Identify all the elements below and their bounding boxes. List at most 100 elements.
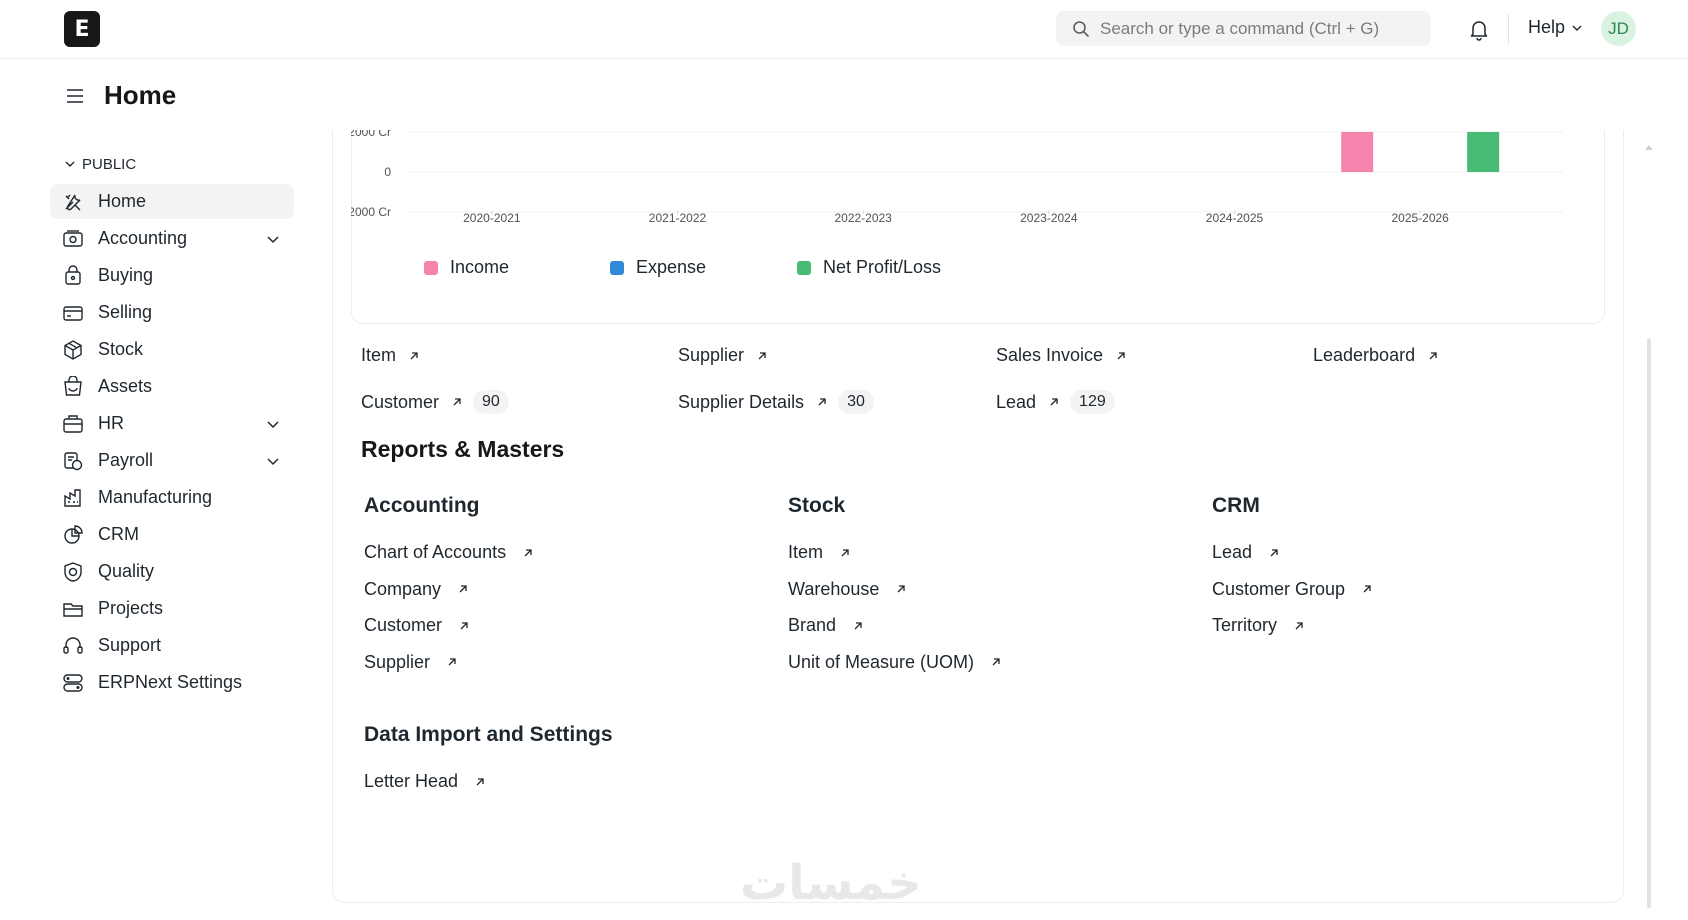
- watermark: خمسات: [740, 855, 922, 911]
- sidebar-item-selling[interactable]: Selling: [50, 295, 294, 330]
- sidebar-item-crm[interactable]: CRM: [50, 517, 294, 552]
- y-tick-label: 2000 Cr: [351, 130, 391, 139]
- shortcut-label: Customer: [361, 391, 440, 412]
- projects-icon: [62, 598, 84, 620]
- sidebar-section-public[interactable]: PUBLIC: [50, 150, 294, 178]
- shortcut-count-badge: 30: [838, 390, 874, 414]
- shortcut-item[interactable]: Item: [361, 345, 420, 366]
- card-link-chart-of-accounts[interactable]: Chart of Accounts: [364, 542, 534, 563]
- shortcut-customer[interactable]: Customer 90: [361, 390, 509, 414]
- navbar: E Help JD: [0, 0, 1688, 59]
- arrow-up-right-icon: [410, 351, 418, 359]
- sidebar-item-buying[interactable]: Buying: [50, 258, 294, 293]
- legend-swatch: [797, 260, 811, 275]
- sidebar-item-label: Buying: [98, 265, 154, 285]
- card-link-label: Warehouse: [788, 578, 880, 599]
- shortcut-label: Leaderboard: [1313, 345, 1416, 365]
- legend-label: Income: [450, 257, 510, 277]
- card-link-customer-group[interactable]: Customer Group: [1212, 579, 1373, 600]
- sidebar-item-label: Projects: [98, 598, 164, 618]
- shortcut-label: Sales Invoice: [996, 345, 1104, 365]
- legend-item[interactable]: Income: [424, 257, 610, 278]
- search-icon: [1073, 20, 1089, 37]
- card-link-label: Customer Group: [1212, 578, 1346, 599]
- arrow-up-right-icon: [1429, 351, 1437, 359]
- shortcut-label: Supplier: [678, 345, 745, 365]
- arrow-up-right-icon: [841, 548, 849, 556]
- logo-letter: E: [74, 16, 90, 42]
- quality-icon: [62, 561, 84, 583]
- card-link-label: Customer: [364, 615, 443, 635]
- card-link-label: Company: [364, 578, 442, 599]
- sidebar-item-stock[interactable]: Stock: [50, 332, 294, 367]
- sidebar-item-support[interactable]: Support: [50, 628, 294, 663]
- arrow-up-right-icon: [1270, 548, 1278, 556]
- legend-label: Net Profit/Loss: [823, 257, 942, 277]
- sidebar-item-label: Support: [98, 635, 162, 655]
- card-link-warehouse[interactable]: Warehouse: [788, 579, 907, 600]
- card-link-supplier[interactable]: Supplier: [364, 652, 458, 673]
- shortcut-lead[interactable]: Lead 129: [996, 390, 1115, 414]
- sidebar-item-assets[interactable]: Assets: [50, 369, 294, 404]
- card-link-letter-head[interactable]: Letter Head: [364, 771, 486, 792]
- card-link-customer[interactable]: Customer: [364, 615, 470, 636]
- crm-icon: [62, 524, 84, 546]
- chevron-down-icon[interactable]: [266, 417, 280, 431]
- sidebar-item-projects[interactable]: Projects: [50, 591, 294, 626]
- search-bar[interactable]: [1056, 11, 1431, 46]
- help-dropdown[interactable]: Help: [1528, 17, 1583, 38]
- selling-icon: [62, 302, 84, 324]
- card-link-unit-of-measure-uom-[interactable]: Unit of Measure (UOM): [788, 652, 1002, 673]
- sidebar-item-label: Stock: [98, 339, 144, 359]
- shortcut-leaderboard[interactable]: Leaderboard: [1313, 345, 1439, 366]
- scroll-up-arrow[interactable]: [1645, 137, 1653, 150]
- search-input[interactable]: [1100, 18, 1420, 39]
- card-link-territory[interactable]: Territory: [1212, 615, 1305, 636]
- arrow-up-right-icon: [459, 585, 467, 593]
- bell-icon[interactable]: [1466, 17, 1492, 43]
- legend-item[interactable]: Net Profit/Loss: [797, 257, 941, 278]
- shortcut-supplier-details[interactable]: Supplier Details 30: [678, 390, 874, 414]
- sidebar-item-accounting[interactable]: Accounting: [50, 221, 294, 256]
- y-tick-label: 0: [384, 165, 391, 179]
- sidebar-item-quality[interactable]: Quality: [50, 554, 294, 589]
- shortcut-label: Supplier Details: [678, 391, 805, 412]
- sidebar-item-payroll[interactable]: Payroll: [50, 443, 294, 478]
- shortcut-count-badge: 129: [1070, 390, 1115, 414]
- card-link-brand[interactable]: Brand: [788, 615, 864, 636]
- y-tick-label: -2000 Cr: [351, 205, 391, 219]
- chevron-down-icon[interactable]: [266, 232, 280, 246]
- legend-label: Expense: [636, 257, 707, 277]
- arrow-up-right-icon: [453, 398, 461, 406]
- sidebar-item-label: Assets: [98, 376, 153, 396]
- chevron-down-icon[interactable]: [266, 454, 280, 468]
- shortcut-sales-invoice[interactable]: Sales Invoice: [996, 345, 1127, 366]
- bar-income: [1341, 132, 1374, 172]
- chart-legend: Income Expense Net Profit/Loss: [424, 257, 941, 278]
- sidebar-item-erpnext-settings[interactable]: ERPNext Settings: [50, 665, 294, 700]
- sidebar-item-manufacturing[interactable]: Manufacturing: [50, 480, 294, 515]
- card-link-label: Letter Head: [364, 771, 459, 791]
- arrow-up-right-icon: [854, 621, 862, 629]
- hamburger-icon[interactable]: [64, 85, 86, 107]
- manufacturing-icon: [62, 487, 84, 509]
- legend-item[interactable]: Expense: [610, 257, 797, 278]
- accounting-icon: [62, 228, 84, 250]
- app-logo[interactable]: E: [64, 11, 100, 47]
- sidebar-item-hr[interactable]: HR: [50, 406, 294, 441]
- shortcut-label: Item: [361, 345, 397, 365]
- card-link-company[interactable]: Company: [364, 579, 469, 600]
- sidebar-item-home[interactable]: Home: [50, 184, 294, 219]
- card-link-label: Lead: [1212, 542, 1253, 562]
- scrollbar[interactable]: [1647, 338, 1651, 908]
- arrow-up-right-icon: [897, 585, 906, 593]
- settings-icon: [62, 672, 84, 694]
- card-link-lead[interactable]: Lead: [1212, 542, 1280, 563]
- arrow-up-right-icon: [1295, 621, 1303, 629]
- card-link-label: Item: [788, 542, 824, 562]
- shortcut-supplier[interactable]: Supplier: [678, 345, 768, 366]
- sidebar-item-label: Payroll: [98, 450, 154, 470]
- user-avatar[interactable]: JD: [1601, 11, 1636, 46]
- sidebar-item-label: CRM: [98, 524, 139, 544]
- card-link-item[interactable]: Item: [788, 542, 851, 563]
